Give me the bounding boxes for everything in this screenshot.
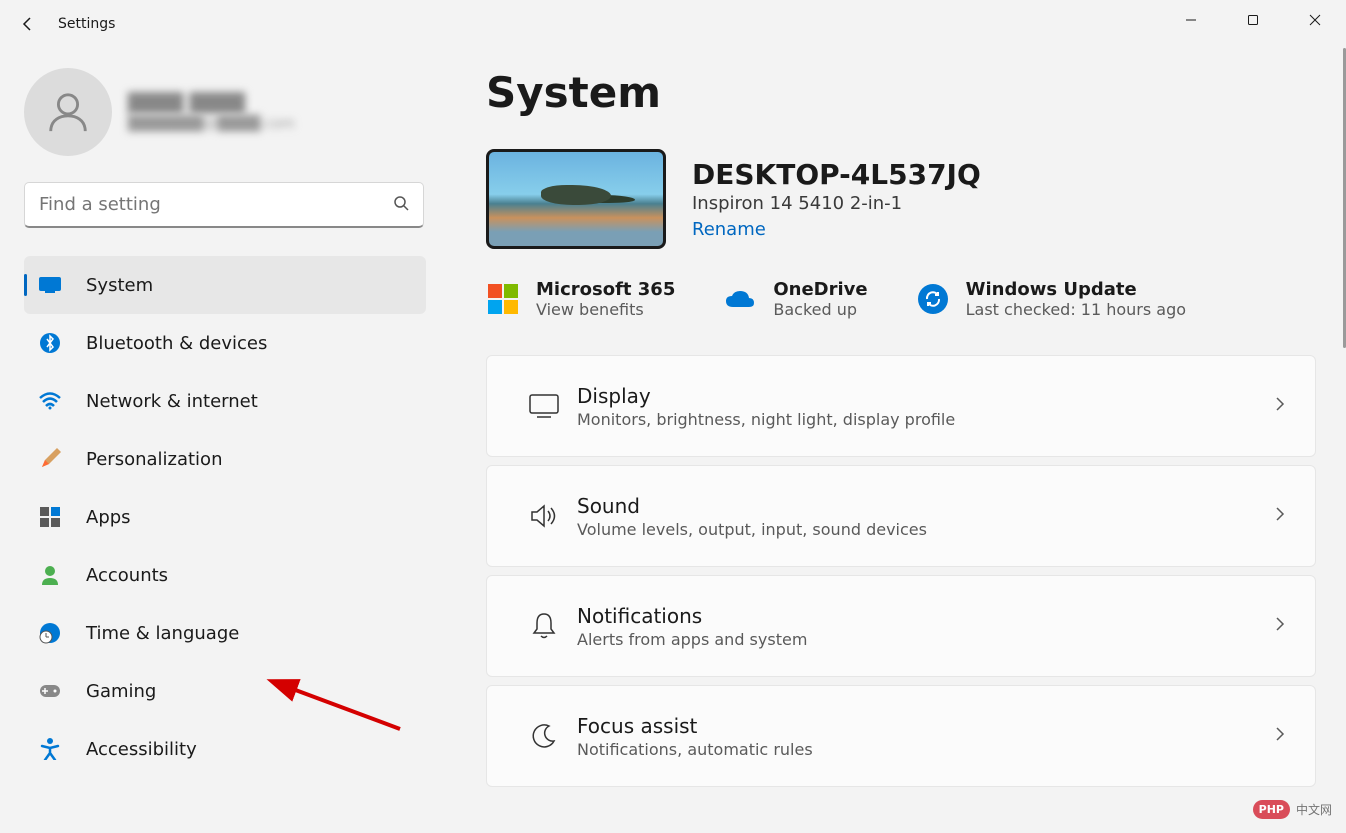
user-name: ████ ████ [128,93,295,114]
sidebar: ████ ████ ███████@████.com System Blue [0,48,460,833]
nav-item-bluetooth[interactable]: Bluetooth & devices [24,314,426,372]
account-icon [38,563,62,587]
nav-label: Bluetooth & devices [86,333,267,354]
system-icon [38,273,62,297]
nav-label: Time & language [86,623,239,644]
status-sub: Last checked: 11 hours ago [966,300,1186,319]
search-input[interactable] [39,194,393,215]
status-sub: View benefits [536,300,675,319]
globe-clock-icon [38,621,62,645]
nav-item-personalization[interactable]: Personalization [24,430,426,488]
card-sound[interactable]: Sound Volume levels, output, input, soun… [486,465,1316,567]
nav-label: Network & internet [86,391,258,412]
search-box[interactable] [24,182,424,228]
nav-label: Accounts [86,565,168,586]
nav-list: System Bluetooth & devices Network & int… [24,256,426,778]
back-button[interactable] [8,4,48,44]
maximize-icon [1247,14,1259,26]
nav-item-gaming[interactable]: Gaming [24,662,426,720]
status-windows-update[interactable]: Windows Update Last checked: 11 hours ag… [916,279,1186,319]
nav-label: Gaming [86,681,156,702]
chevron-right-icon [1275,396,1285,416]
maximize-button[interactable] [1222,0,1284,40]
nav-item-time-language[interactable]: Time & language [24,604,426,662]
card-notifications[interactable]: Notifications Alerts from apps and syste… [486,575,1316,677]
user-email: ███████@████.com [128,116,295,132]
wifi-icon [38,389,62,413]
minimize-button[interactable] [1160,0,1222,40]
rename-link[interactable]: Rename [692,219,981,240]
nav-label: Accessibility [86,739,197,760]
app-title: Settings [58,16,115,32]
avatar [24,68,112,156]
card-title: Notifications [577,604,1275,628]
scrollbar[interactable] [1342,48,1346,833]
card-display[interactable]: Display Monitors, brightness, night ligh… [486,355,1316,457]
chevron-right-icon [1275,506,1285,526]
card-title: Sound [577,494,1275,518]
status-title: Windows Update [966,279,1186,300]
update-icon [916,282,950,316]
arrow-left-icon [20,16,36,32]
bell-icon [511,612,577,640]
display-icon [511,394,577,418]
nav-item-network[interactable]: Network & internet [24,372,426,430]
nav-item-accessibility[interactable]: Accessibility [24,720,426,778]
minimize-icon [1185,14,1197,26]
watermark: PHP 中文网 [1253,800,1332,819]
gamepad-icon [38,679,62,703]
close-button[interactable] [1284,0,1346,40]
card-title: Focus assist [577,714,1275,738]
apps-icon [38,505,62,529]
close-icon [1309,14,1321,26]
status-sub: Backed up [773,300,867,319]
status-title: OneDrive [773,279,867,300]
search-icon [393,195,409,215]
status-title: Microsoft 365 [536,279,675,300]
page-title: System [486,68,1316,117]
card-desc: Alerts from apps and system [577,630,1275,649]
nav-label: Apps [86,507,131,528]
card-desc: Volume levels, output, input, sound devi… [577,520,1275,539]
paintbrush-icon [38,447,62,471]
title-bar: Settings [0,0,1346,48]
status-microsoft365[interactable]: Microsoft 365 View benefits [486,279,675,319]
microsoft-logo-icon [486,282,520,316]
card-focus-assist[interactable]: Focus assist Notifications, automatic ru… [486,685,1316,787]
user-icon [45,89,91,135]
sound-icon [511,503,577,529]
device-name: DESKTOP-4L537JQ [692,158,981,191]
device-model: Inspiron 14 5410 2-in-1 [692,193,981,214]
device-header: DESKTOP-4L537JQ Inspiron 14 5410 2-in-1 … [486,149,1316,249]
nav-label: Personalization [86,449,222,470]
chevron-right-icon [1275,616,1285,636]
card-desc: Notifications, automatic rules [577,740,1275,759]
moon-icon [511,723,577,749]
user-account-section[interactable]: ████ ████ ███████@████.com [24,68,436,156]
card-desc: Monitors, brightness, night light, displ… [577,410,1275,429]
nav-item-system[interactable]: System [24,256,426,314]
nav-item-apps[interactable]: Apps [24,488,426,546]
nav-label: System [86,275,153,296]
desktop-wallpaper-preview[interactable] [486,149,666,249]
bluetooth-icon [38,331,62,355]
card-title: Display [577,384,1275,408]
chevron-right-icon [1275,726,1285,746]
accessibility-icon [38,737,62,761]
watermark-text: 中文网 [1296,801,1332,818]
window-controls [1160,0,1346,40]
nav-item-accounts[interactable]: Accounts [24,546,426,604]
watermark-logo: PHP [1253,800,1290,819]
status-onedrive[interactable]: OneDrive Backed up [723,279,867,319]
content-area: System DESKTOP-4L537JQ Inspiron 14 5410 … [460,48,1346,833]
status-row: Microsoft 365 View benefits OneDrive Bac… [486,279,1316,319]
onedrive-icon [723,282,757,316]
